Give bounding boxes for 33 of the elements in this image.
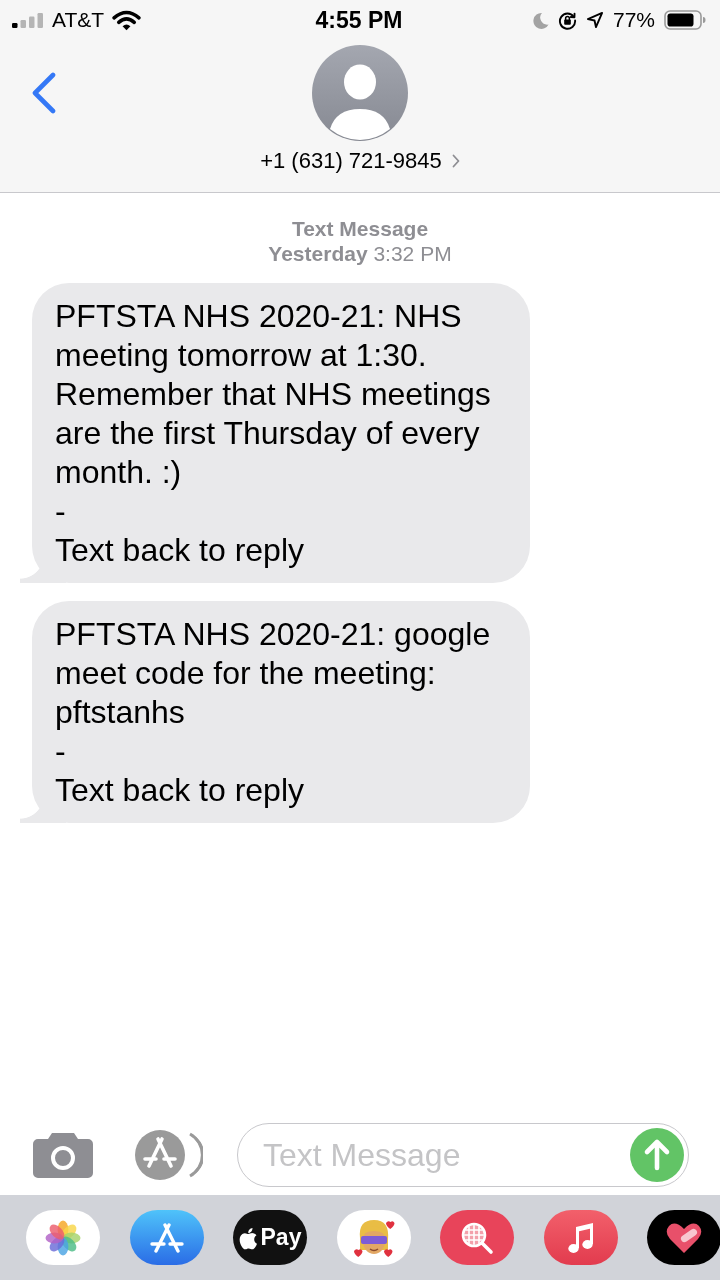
web-search-button[interactable] <box>440 1210 514 1265</box>
message-bubble: PFTSTA NHS 2020-21: google meet code for the meeting: pftstanhs - Text back to reply <box>20 601 530 823</box>
battery-icon <box>664 10 706 30</box>
message-timestamp: Yesterday 3:32 PM <box>268 241 452 266</box>
apps-icon[interactable] <box>135 1130 203 1180</box>
person-avatar-icon[interactable] <box>312 45 408 141</box>
message-bubble: PFTSTA NHS 2020-21: NHS meeting tomorrow at 1:30. Remember that NHS meetings are the first Thursday of every month. :) - Text back to reply <box>20 283 530 583</box>
camera-icon[interactable] <box>33 1132 93 1178</box>
moon-icon <box>532 11 549 29</box>
battery-percentage: 77% <box>612 8 655 32</box>
chevron-right-icon <box>451 154 460 168</box>
heart-app-button[interactable] <box>647 1210 720 1265</box>
apple-icon <box>238 1225 258 1250</box>
sticker-app-button[interactable] <box>336 1210 411 1265</box>
contact-button[interactable]: +1 (631) 721-9845 <box>260 148 460 174</box>
signal-icon <box>12 12 44 28</box>
music-note-icon <box>565 1220 596 1255</box>
clock-time: 4:55 PM <box>315 6 403 34</box>
wifi-icon <box>112 9 142 31</box>
location-arrow-icon <box>585 11 604 29</box>
rotation-lock-icon <box>557 10 577 30</box>
photos-app-button[interactable] <box>26 1210 100 1265</box>
heart-icon <box>666 1221 702 1254</box>
service-label: Text Message <box>291 216 429 241</box>
apps-icon <box>149 1222 184 1253</box>
pay-button[interactable]: Pay <box>233 1210 307 1265</box>
send-icon[interactable] <box>630 1128 684 1182</box>
message-field[interactable]: Text Message <box>237 1123 689 1187</box>
flower-icon <box>45 1219 81 1256</box>
back-icon[interactable] <box>31 72 57 114</box>
carrier-name: AT&T <box>52 8 105 32</box>
music-app-button[interactable] <box>543 1210 618 1265</box>
apps-button[interactable] <box>129 1210 204 1265</box>
